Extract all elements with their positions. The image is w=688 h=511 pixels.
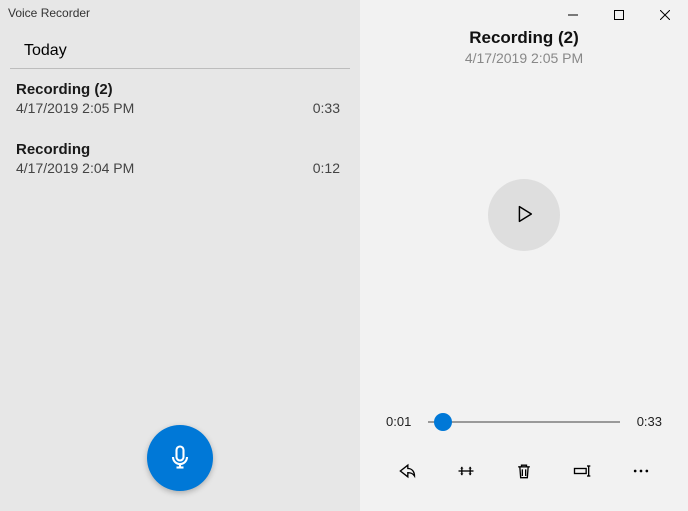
detail-pane: Recording (2) 4/17/2019 2:05 PM 0:01 xyxy=(360,0,688,511)
detail-subtitle: 4/17/2019 2:05 PM xyxy=(360,50,688,66)
seek-track[interactable] xyxy=(428,421,620,423)
close-icon xyxy=(660,8,670,23)
recording-meta: 4/17/2019 2:04 PM 0:12 xyxy=(14,158,346,176)
rename-button[interactable] xyxy=(565,455,599,489)
recording-name: Recording (2) xyxy=(14,81,346,98)
trash-icon xyxy=(514,461,534,484)
detail-header: Recording (2) 4/17/2019 2:05 PM xyxy=(360,28,688,66)
recording-list-pane: Voice Recorder Today Recording (2) 4/17/… xyxy=(0,0,360,511)
delete-button[interactable] xyxy=(507,455,541,489)
trim-icon xyxy=(456,461,476,484)
minimize-button[interactable] xyxy=(550,0,596,30)
share-icon xyxy=(397,461,417,484)
recording-duration: 0:12 xyxy=(313,160,340,176)
list-item[interactable]: Recording (2) 4/17/2019 2:05 PM 0:33 xyxy=(10,69,350,129)
more-icon xyxy=(631,461,651,484)
add-marker-button[interactable] xyxy=(510,273,538,301)
trim-button[interactable] xyxy=(449,455,483,489)
share-button[interactable] xyxy=(390,455,424,489)
maximize-icon xyxy=(614,8,624,23)
more-button[interactable] xyxy=(624,455,658,489)
app-title: Voice Recorder xyxy=(0,0,360,28)
list-item[interactable]: Recording 4/17/2019 2:04 PM 0:12 xyxy=(10,129,350,189)
current-time: 0:01 xyxy=(386,414,418,429)
app-window: Voice Recorder Today Recording (2) 4/17/… xyxy=(0,0,688,511)
play-button[interactable] xyxy=(488,179,560,251)
window-controls xyxy=(550,0,688,30)
minimize-icon xyxy=(568,8,578,23)
action-bar xyxy=(360,439,688,511)
section-header-today: Today xyxy=(10,28,350,69)
detail-title: Recording (2) xyxy=(360,28,688,48)
record-button[interactable] xyxy=(147,425,213,491)
play-area xyxy=(360,66,688,414)
playback-timeline: 0:01 0:33 xyxy=(360,414,688,429)
rename-icon xyxy=(572,461,592,484)
seek-thumb[interactable] xyxy=(434,413,452,431)
recording-datetime: 4/17/2019 2:04 PM xyxy=(16,160,134,176)
recording-datetime: 4/17/2019 2:05 PM xyxy=(16,100,134,116)
close-button[interactable] xyxy=(642,0,688,30)
play-icon xyxy=(513,203,535,228)
recording-meta: 4/17/2019 2:05 PM 0:33 xyxy=(14,98,346,116)
total-time: 0:33 xyxy=(630,414,662,429)
microphone-icon xyxy=(166,443,194,474)
maximize-button[interactable] xyxy=(596,0,642,30)
recording-name: Recording xyxy=(14,141,346,158)
recording-duration: 0:33 xyxy=(313,100,340,116)
